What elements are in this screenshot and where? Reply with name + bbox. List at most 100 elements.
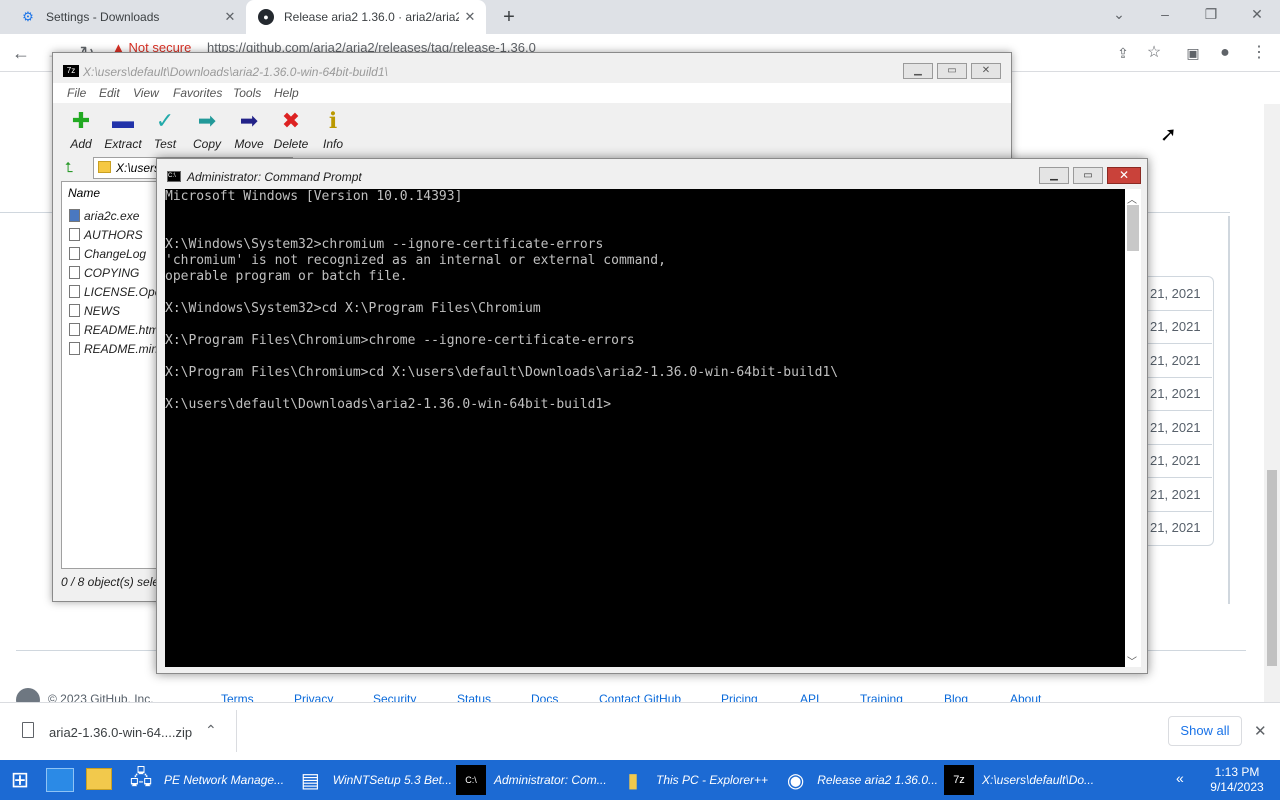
- test-button[interactable]: ✓ Test: [145, 108, 185, 152]
- delete-x-icon: ✖: [281, 108, 301, 133]
- tab-settings-downloads[interactable]: ⚙ Settings - Downloads ✕: [8, 0, 246, 34]
- console-prompt-line: X:\users\default\Downloads\aria2-1.36.0-…: [165, 397, 612, 412]
- asset-separator: [1148, 444, 1212, 445]
- exe-icon: [69, 209, 80, 222]
- info-button[interactable]: ℹ Info: [313, 108, 353, 152]
- console-line: X:\Windows\System32>chromium --ignore-ce…: [165, 237, 604, 252]
- folder-taskbar-icon[interactable]: [86, 768, 112, 790]
- share-icon[interactable]: ⇪: [1112, 42, 1134, 64]
- menu-help[interactable]: Help: [274, 86, 299, 100]
- menu-dots-icon[interactable]: ⋮: [1248, 42, 1270, 64]
- page-scrollbar-thumb[interactable]: [1267, 470, 1277, 666]
- file-item[interactable]: COPYING: [69, 266, 139, 280]
- menu-edit[interactable]: Edit: [99, 86, 120, 100]
- tray-expand-icon[interactable]: «: [1176, 770, 1184, 786]
- delete-button[interactable]: ✖ Delete: [271, 108, 311, 152]
- file-item[interactable]: aria2c.exe: [69, 209, 139, 223]
- asset-date: 21, 2021: [1150, 520, 1201, 535]
- info-icon: ℹ: [328, 108, 338, 133]
- tab-label: Release aria2 1.36.0 · aria2/aria2: [284, 10, 459, 24]
- move-button[interactable]: ➡ Move: [229, 108, 269, 152]
- minimize-button[interactable]: –: [1153, 6, 1177, 26]
- add-label: Add: [70, 137, 92, 151]
- tab-search-icon[interactable]: ⌄: [1107, 6, 1131, 26]
- taskbar-chromium[interactable]: ◉ Release aria2 1.36.0...: [782, 760, 938, 800]
- test-label: Test: [153, 137, 177, 151]
- file-name: NEWS: [84, 304, 120, 318]
- restore-button[interactable]: ❐: [1199, 6, 1223, 26]
- taskbar-winntsetup[interactable]: ▤ WinNTSetup 5.3 Bet...: [296, 760, 452, 800]
- file-item[interactable]: ChangeLog: [69, 247, 146, 261]
- file-item[interactable]: NEWS: [69, 304, 120, 318]
- extract-button[interactable]: ▬ Extract: [103, 109, 143, 152]
- add-button[interactable]: ✚ Add: [61, 109, 101, 152]
- file-item[interactable]: AUTHORS: [69, 228, 143, 242]
- console-scrollbar-thumb[interactable]: [1127, 205, 1139, 251]
- show-all-button[interactable]: Show all: [1168, 716, 1242, 746]
- side-panel-icon[interactable]: ▣: [1182, 42, 1204, 64]
- 7zip-maximize-button[interactable]: ▭: [937, 63, 967, 79]
- assets-list: [1140, 276, 1214, 546]
- cmd-minimize-button[interactable]: ▁: [1039, 167, 1069, 184]
- asset-date: 21, 2021: [1150, 353, 1201, 368]
- folder-icon: [98, 161, 111, 173]
- taskbar-pe-network[interactable]: 🖧 PE Network Manage...: [126, 760, 290, 800]
- 7zip-minimize-button[interactable]: ▁: [903, 63, 933, 79]
- chevron-up-icon[interactable]: ⌃: [205, 722, 217, 739]
- cmd-titlebar[interactable]: C:\ Administrator: Command Prompt: [157, 159, 1147, 189]
- 7zip-title: X:\users\default\Downloads\aria2-1.36.0-…: [83, 65, 388, 79]
- back-button[interactable]: ←: [10, 42, 32, 64]
- console-output[interactable]: Microsoft Windows [Version 10.0.14393] X…: [165, 189, 1125, 667]
- scroll-up-icon[interactable]: ︿: [1127, 191, 1137, 206]
- info-label: Info: [322, 137, 343, 151]
- asset-separator: [1148, 377, 1212, 378]
- profile-avatar-icon[interactable]: ●: [1214, 42, 1236, 64]
- close-window-button[interactable]: ✕: [1245, 6, 1269, 26]
- cmd-icon: C:\: [167, 171, 181, 182]
- file-icon: [22, 722, 34, 738]
- file-icon: [69, 342, 80, 355]
- close-tab-icon[interactable]: ✕: [462, 9, 478, 25]
- menu-view[interactable]: View: [133, 86, 159, 100]
- 7zip-close-button[interactable]: ✕: [971, 63, 1001, 79]
- menu-tools[interactable]: Tools: [233, 86, 261, 100]
- taskbar-clock[interactable]: 1:13 PM 9/14/2023: [1204, 765, 1270, 795]
- taskbar-explorer[interactable]: ▮ This PC - Explorer++: [618, 760, 774, 800]
- console-scrollbar[interactable]: [1125, 189, 1141, 667]
- asset-date: 21, 2021: [1150, 286, 1201, 301]
- cmd-close-button[interactable]: ✕: [1107, 167, 1141, 184]
- close-downloads-icon[interactable]: ✕: [1254, 722, 1267, 740]
- cmd-maximize-button[interactable]: ▭: [1073, 167, 1103, 184]
- explorer-icon: ▮: [627, 769, 639, 792]
- tab-label: Settings - Downloads: [46, 10, 160, 24]
- windows-start-icon[interactable]: ⊞: [8, 768, 32, 792]
- copy-button[interactable]: ➡ Copy: [187, 109, 227, 152]
- close-tab-icon[interactable]: ✕: [222, 9, 238, 25]
- up-folder-icon[interactable]: ⮤: [65, 159, 73, 176]
- new-tab-button[interactable]: +: [498, 6, 520, 28]
- menu-favorites[interactable]: Favorites: [173, 86, 222, 100]
- file-item[interactable]: README.html: [69, 323, 161, 337]
- menu-file[interactable]: File: [67, 86, 86, 100]
- taskbar-7zip[interactable]: 7z X:\users\default\Do...: [944, 760, 1100, 800]
- bookmark-star-icon[interactable]: ☆: [1143, 42, 1165, 64]
- tab-github-release[interactable]: ● Release aria2 1.36.0 · aria2/aria2 ✕: [246, 0, 486, 34]
- desktop-icon[interactable]: [46, 768, 74, 792]
- file-icon: [69, 247, 80, 260]
- check-icon: ✓: [155, 108, 175, 133]
- file-name: AUTHORS: [84, 228, 143, 242]
- download-filename[interactable]: aria2-1.36.0-win-64....zip: [49, 725, 192, 740]
- file-icon: [69, 323, 80, 336]
- taskbar-cmd[interactable]: C:\ Administrator: Com...: [456, 760, 616, 800]
- network-manager-icon: 🖧: [129, 767, 153, 789]
- taskbar-label: This PC - Explorer++: [656, 773, 769, 787]
- extract-label: Extract: [104, 137, 142, 151]
- scroll-down-icon[interactable]: ﹀: [1127, 653, 1137, 668]
- console-line: operable program or batch file.: [165, 269, 408, 284]
- asset-date: 21, 2021: [1150, 319, 1201, 334]
- column-header-name[interactable]: Name: [68, 186, 100, 200]
- move-arrow-icon: ➡: [239, 108, 259, 133]
